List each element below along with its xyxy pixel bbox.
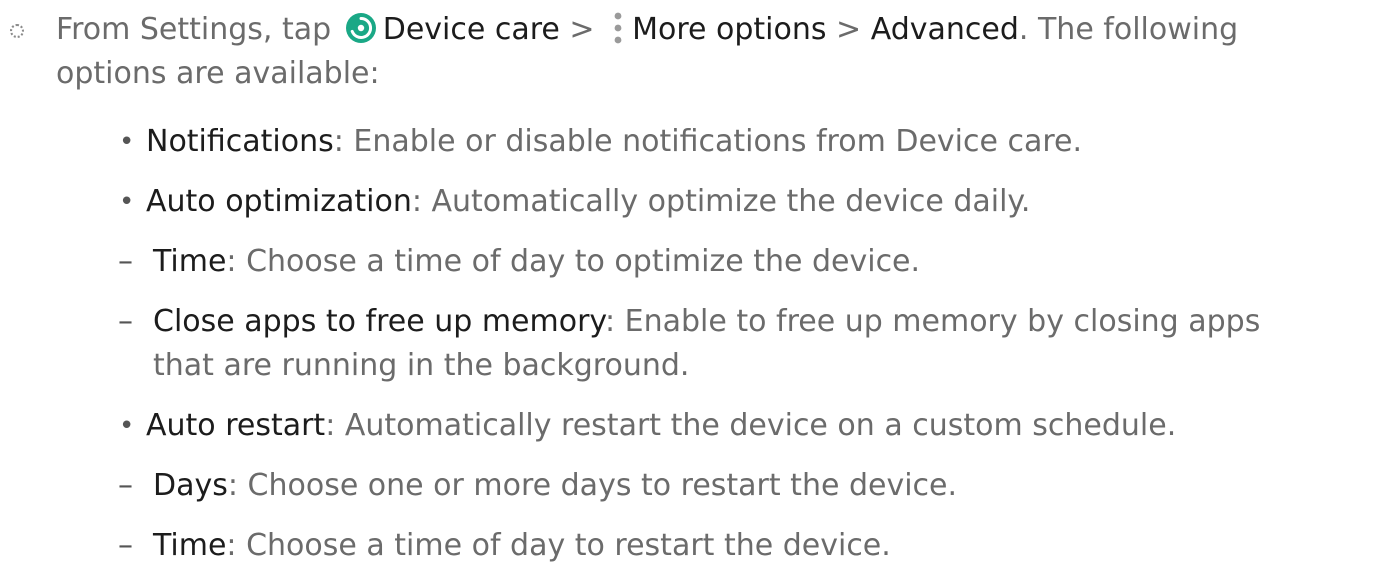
device-care-label: Device care: [382, 12, 560, 47]
advanced-label: Advanced: [870, 12, 1019, 47]
device-care-icon: [345, 12, 377, 44]
sub-item-restart-time: Time: Choose a time of day to restart th…: [153, 524, 891, 568]
sub-item-optimize-time: Time: Choose a time of day to optimize t…: [153, 240, 920, 284]
option-description: : Enable or disable notifications from D…: [333, 124, 1083, 159]
dash: –: [118, 304, 133, 339]
sub-option-title: Days: [153, 468, 228, 503]
sub-option-description: : Choose a time of day to optimize the d…: [226, 244, 921, 279]
step-instruction: From Settings, tap Device care > More op…: [56, 8, 1376, 96]
dash: –: [118, 244, 133, 279]
sub-option-description: : Choose a time of day to restart the de…: [226, 528, 891, 563]
option-title: Auto optimization: [146, 184, 412, 219]
sub-option-title: Close apps to free up memory: [153, 304, 605, 339]
step-marker: [10, 24, 24, 38]
list-item-auto-restart: Auto restart: Automatically restart the …: [146, 404, 1176, 448]
option-description: : Automatically restart the device on a …: [325, 408, 1177, 443]
dash: –: [118, 468, 133, 503]
bullet: •: [119, 127, 135, 157]
dash: –: [118, 528, 133, 563]
sub-item-close-apps: Close apps to free up memory: Enable to …: [153, 300, 1260, 344]
sub-option-description: : Choose one or more days to restart the…: [227, 468, 958, 503]
option-title: Notifications: [146, 124, 334, 159]
breadcrumb-separator: >: [826, 12, 871, 47]
sub-item-restart-days: Days: Choose one or more days to restart…: [153, 464, 957, 508]
sub-option-title: Time: [153, 528, 227, 563]
step-line2: options are available:: [56, 56, 380, 91]
breadcrumb-separator: >: [559, 12, 605, 47]
sub-item-close-apps-continued: that are running in the background.: [153, 344, 689, 388]
more-options-label: More options: [632, 12, 827, 47]
more-options-icon: [612, 11, 624, 45]
option-description: : Automatically optimize the device dail…: [411, 184, 1031, 219]
sub-option-description: that are running in the background.: [153, 348, 690, 383]
bullet: •: [119, 187, 135, 217]
list-item-notifications: Notifications: Enable or disable notific…: [146, 120, 1082, 164]
list-item-auto-optimization: Auto optimization: Automatically optimiz…: [146, 180, 1030, 224]
document-page: From Settings, tap Device care > More op…: [0, 0, 1390, 586]
sub-option-description: : Enable to free up memory by closing ap…: [605, 304, 1261, 339]
step-prefix: From Settings, tap: [56, 12, 341, 47]
sub-option-title: Time: [153, 244, 227, 279]
option-title: Auto restart: [146, 408, 326, 443]
bullet: •: [119, 411, 135, 441]
step-suffix: . The following: [1018, 12, 1239, 47]
